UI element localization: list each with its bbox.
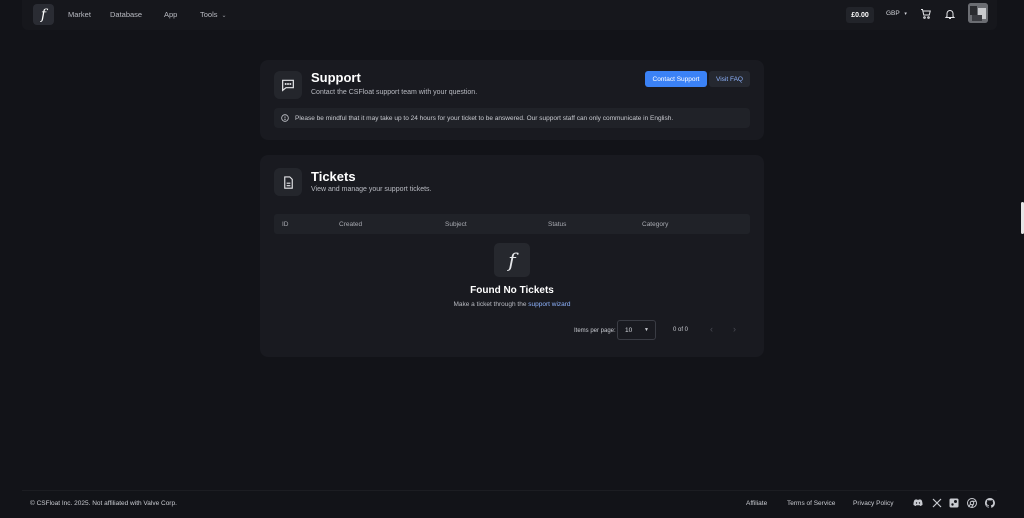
empty-state-glyph: f xyxy=(508,248,516,272)
contact-support-button[interactable]: Contact Support xyxy=(645,71,707,87)
logo-glyph: f xyxy=(40,6,47,23)
chevron-down-icon: ⌄ xyxy=(221,13,227,19)
items-per-page-label: Items per page: xyxy=(574,328,616,334)
user-avatar[interactable] xyxy=(968,3,988,23)
footer-affiliate-link[interactable]: Affiliate xyxy=(746,500,767,507)
empty-state-text: Make a ticket through the support wizard xyxy=(260,301,764,308)
tickets-card: Tickets View and manage your support tic… xyxy=(260,155,764,357)
column-subject[interactable]: Subject xyxy=(445,221,467,228)
support-wizard-link[interactable]: support wizard xyxy=(528,301,570,308)
x-icon[interactable] xyxy=(931,497,943,509)
support-card: Support Contact the CSFloat support team… xyxy=(260,60,764,140)
column-status[interactable]: Status xyxy=(548,221,566,228)
column-category[interactable]: Category xyxy=(642,221,668,228)
chrome-icon[interactable] xyxy=(966,497,978,509)
support-subtitle: Contact the CSFloat support team with yo… xyxy=(311,89,478,96)
previous-page-button[interactable]: ‹ xyxy=(710,324,713,334)
items-per-page-select[interactable]: 10 ▼ xyxy=(617,320,656,340)
top-navbar: f Market Database App Tools ⌄ £0.00 GBP ▾ xyxy=(22,0,997,30)
empty-state-title: Found No Tickets xyxy=(470,285,554,296)
notice-text: Please be mindful that it may take up to… xyxy=(295,114,674,122)
nav-database[interactable]: Database xyxy=(110,10,142,19)
tickets-title: Tickets xyxy=(311,169,356,184)
empty-state-prefix: Make a ticket through the xyxy=(453,301,527,308)
items-per-page-value: 10 xyxy=(625,327,633,334)
cart-icon[interactable] xyxy=(920,8,932,20)
chevron-down-icon: ▾ xyxy=(904,11,907,17)
tickets-subtitle: View and manage your support tickets. xyxy=(311,186,432,193)
nav-market[interactable]: Market xyxy=(68,10,91,19)
footer-copyright: © CSFloat Inc. 2025. Not affiliated with… xyxy=(30,500,177,507)
visit-faq-button[interactable]: Visit FAQ xyxy=(709,71,750,87)
footer-terms-link[interactable]: Terms of Service xyxy=(787,500,835,507)
document-icon xyxy=(274,168,302,196)
column-created[interactable]: Created xyxy=(339,221,362,228)
column-id[interactable]: ID xyxy=(282,221,289,228)
nav-tools[interactable]: Tools ⌄ xyxy=(200,10,227,19)
chat-bubble-icon xyxy=(274,71,302,99)
steam-icon[interactable] xyxy=(948,497,960,509)
caret-down-icon: ▼ xyxy=(644,327,649,333)
footer-privacy-link[interactable]: Privacy Policy xyxy=(853,500,893,507)
balance-badge[interactable]: £0.00 xyxy=(846,7,874,23)
empty-state-logo-icon: f xyxy=(494,243,530,277)
github-icon[interactable] xyxy=(984,497,996,509)
info-icon xyxy=(281,114,289,122)
discord-icon[interactable] xyxy=(912,497,924,509)
currency-selector[interactable]: GBP ▾ xyxy=(886,10,907,17)
support-title: Support xyxy=(311,70,361,85)
tickets-table-header: ID Created Subject Status Category xyxy=(274,214,750,234)
next-page-button[interactable]: › xyxy=(733,324,736,334)
notice-banner: Please be mindful that it may take up to… xyxy=(274,108,750,128)
footer-divider xyxy=(22,490,997,491)
nav-tools-label: Tools xyxy=(200,10,218,19)
pagination-range: 0 of 0 xyxy=(673,327,689,333)
csfloat-logo[interactable]: f xyxy=(33,4,54,25)
avatar-image xyxy=(968,3,988,23)
bell-icon[interactable] xyxy=(944,8,956,20)
currency-label: GBP xyxy=(886,10,900,17)
nav-app[interactable]: App xyxy=(164,10,177,19)
